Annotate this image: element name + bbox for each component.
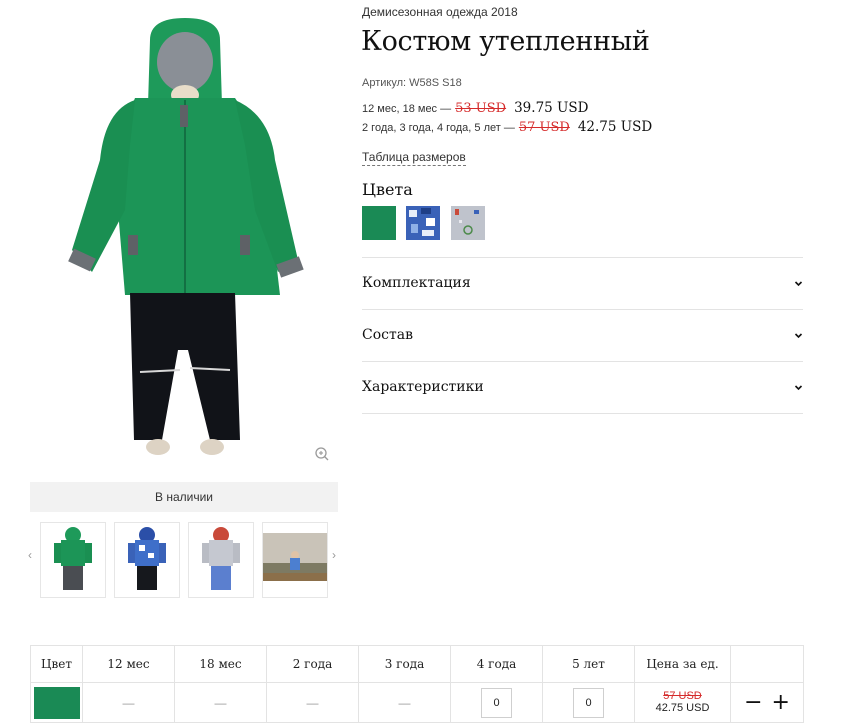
unavailable-cell: — [82, 682, 175, 723]
colors-heading: Цвета [362, 180, 413, 199]
unit-price-cell: 57 USD 42.75 USD [634, 682, 731, 723]
row-color-swatch [33, 686, 80, 719]
thumbnail-green-suit[interactable] [40, 522, 106, 598]
color-swatch-grey-print[interactable] [451, 206, 485, 240]
column-header: 4 года [450, 645, 543, 683]
product-main-image[interactable] [30, 10, 338, 470]
new-price: 42.75 USD [577, 119, 653, 135]
product-sku: Артикул: W58S S18 [362, 77, 462, 89]
accordion-item-specs[interactable]: Характеристики [362, 362, 803, 414]
product-title: Костюм утепленный [361, 26, 650, 57]
thumbnail-grey-suit[interactable] [188, 522, 254, 598]
stock-status: В наличии [30, 482, 338, 512]
new-price: 39.75 USD [514, 100, 589, 116]
column-header: Цвет [30, 645, 83, 683]
old-price: 53 USD [455, 101, 507, 116]
column-header: 12 мес [82, 645, 175, 683]
column-header: Цена за ед. [634, 645, 731, 683]
price-line-large-sizes: 2 года, 3 года, 4 года, 5 лет —57 USD 42.… [362, 119, 652, 135]
price-sizes: 2 года, 3 года, 4 года, 5 лет — [362, 122, 515, 134]
size-order-table: Цвет 12 мес 18 мес 2 года 3 года 4 года … [30, 645, 804, 723]
chevron-down-icon [794, 333, 803, 339]
column-header: 3 года [358, 645, 451, 683]
qty-cell-4-years [450, 682, 543, 723]
qty-cell-5-years [542, 682, 635, 723]
quantity-input-4-years[interactable] [481, 687, 512, 718]
unit-new-price: 42.75 USD [655, 702, 710, 714]
unavailable-cell: — [358, 682, 451, 723]
column-header: 2 года [266, 645, 359, 683]
chevron-down-icon [794, 281, 803, 287]
color-cell [30, 682, 83, 723]
price-line-small-sizes: 12 мес, 18 мес —53 USD 39.75 USD [362, 100, 588, 116]
color-swatch-green[interactable] [362, 206, 396, 240]
unavailable-cell: — [266, 682, 359, 723]
size-chart-link[interactable]: Таблица размеров [362, 150, 466, 166]
column-header: 5 лет [542, 645, 635, 683]
increase-button[interactable]: + [769, 691, 793, 714]
thumbnail-lifestyle-photo[interactable] [262, 522, 328, 598]
accordion-label: Характеристики [362, 379, 484, 395]
decrease-button[interactable]: − [741, 691, 765, 714]
accordion-item-kit[interactable]: Комплектация [362, 258, 803, 310]
carousel-next-button[interactable]: › [332, 548, 336, 562]
unit-old-price: 57 USD [663, 690, 702, 702]
old-price: 57 USD [518, 120, 570, 135]
thumbnail-blue-print-suit[interactable] [114, 522, 180, 598]
color-swatch-blue-print[interactable] [406, 206, 440, 240]
column-header [730, 645, 804, 683]
column-header: 18 мес [174, 645, 267, 683]
table-header-row: Цвет 12 мес 18 мес 2 года 3 года 4 года … [30, 645, 804, 683]
zoom-in-icon[interactable] [314, 446, 330, 462]
accordion-item-composition[interactable]: Состав [362, 310, 803, 362]
product-category[interactable]: Демисезонная одежда 2018 [362, 5, 518, 19]
carousel-prev-button[interactable]: ‹ [28, 548, 32, 562]
quantity-input-5-years[interactable] [573, 687, 604, 718]
stepper-cell: − + [730, 682, 804, 723]
accordion-label: Комплектация [362, 275, 471, 291]
price-sizes: 12 мес, 18 мес — [362, 103, 452, 115]
chevron-down-icon [794, 385, 803, 391]
unavailable-cell: — [174, 682, 267, 723]
details-accordion: Комплектация Состав Характеристики [362, 257, 803, 414]
accordion-label: Состав [362, 327, 413, 343]
thumbnail-carousel: ‹ › [28, 520, 344, 600]
table-row: — — — — 57 USD 42.75 USD − + [30, 682, 804, 723]
